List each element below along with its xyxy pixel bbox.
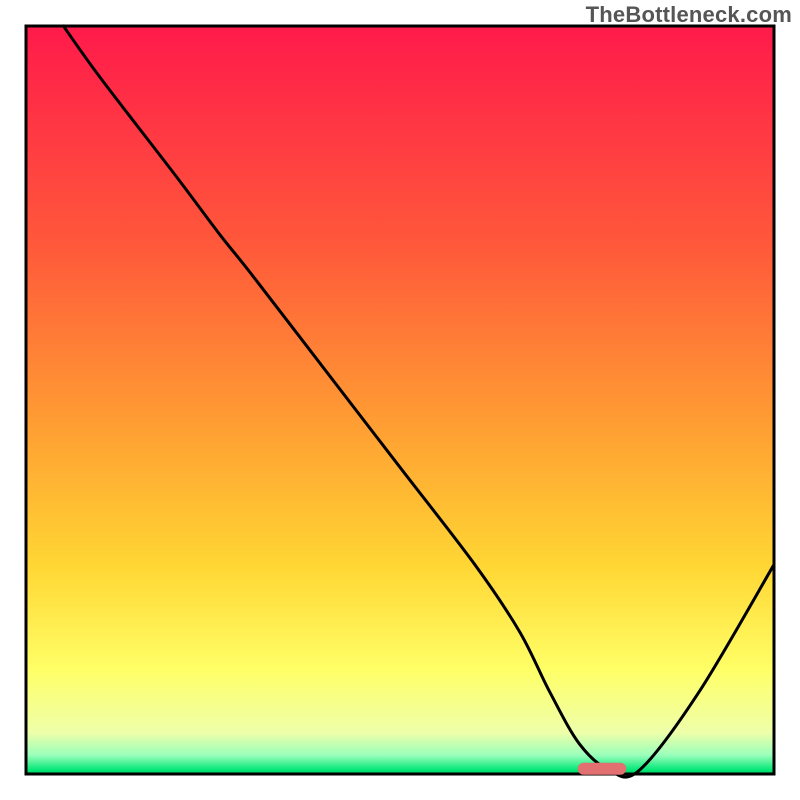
bottleneck-chart — [0, 0, 800, 800]
optimal-zone-marker — [578, 763, 627, 775]
plot-background — [26, 26, 774, 774]
chart-container: TheBottleneck.com — [0, 0, 800, 800]
